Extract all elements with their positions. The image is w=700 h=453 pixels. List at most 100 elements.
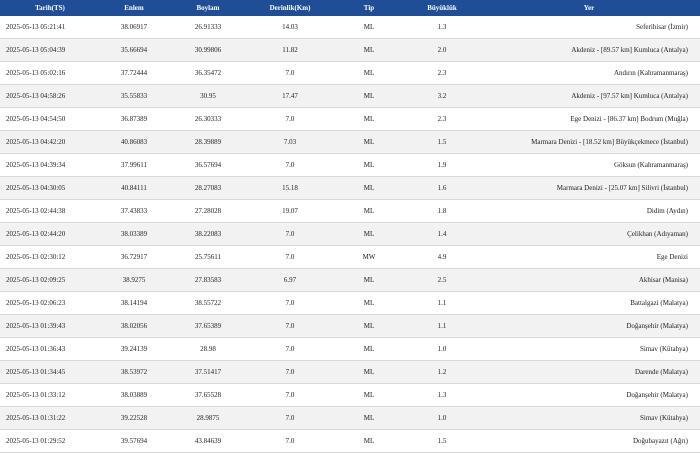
- cell-longitude: 28.98: [168, 337, 248, 361]
- cell-location: Ege Denizi - [86.37 km] Bodrum (Muğla): [478, 107, 700, 131]
- cell-location: Seferihisar (İzmir): [478, 16, 700, 39]
- cell-type: ML: [332, 84, 406, 108]
- cell-longitude: 27.83583: [168, 268, 248, 292]
- cell-depth: 7.0: [248, 360, 332, 384]
- header-location[interactable]: Yer: [478, 0, 700, 16]
- table-body: 2025-05-13 05:21:41 38.06917 26.91333 14.03…: [0, 16, 700, 453]
- table-row[interactable]: 2025-05-13 02:30:12 36.72917 25.75611 7.0 MW…: [0, 245, 700, 269]
- cell-longitude: 36.57694: [168, 153, 248, 177]
- cell-depth: 7.0: [248, 429, 332, 453]
- table-row[interactable]: 2025-05-13 01:33:12 38.03889 37.65528 7.0 ML…: [0, 383, 700, 407]
- cell-depth: 7.0: [248, 337, 332, 361]
- cell-magnitude: 1.0: [406, 337, 478, 361]
- cell-type: ML: [332, 429, 406, 453]
- header-magnitude[interactable]: Büyüklük: [406, 0, 478, 16]
- table-row[interactable]: 2025-05-13 01:39:43 38.02056 37.65389 7.0 ML…: [0, 314, 700, 338]
- cell-date: 2025-05-13 01:29:52: [0, 429, 100, 453]
- cell-magnitude: 1.2: [406, 360, 478, 384]
- cell-date: 2025-05-13 02:44:20: [0, 222, 100, 246]
- header-latitude[interactable]: Enlem: [100, 0, 168, 16]
- cell-longitude: 43.84639: [168, 429, 248, 453]
- table-row[interactable]: 2025-05-13 01:34:45 38.53972 37.51417 7.0 ML…: [0, 360, 700, 384]
- header-date[interactable]: Tarih(TS): [0, 0, 100, 16]
- cell-depth: 7.0: [248, 245, 332, 269]
- cell-type: ML: [332, 222, 406, 246]
- cell-latitude: 36.87389: [100, 107, 168, 131]
- cell-magnitude: 2.3: [406, 107, 478, 131]
- cell-latitude: 39.57694: [100, 429, 168, 453]
- cell-location: Marmara Denizi - [18.52 km] Büyükçekmece…: [478, 130, 700, 154]
- cell-magnitude: 4.9: [406, 245, 478, 269]
- cell-type: ML: [332, 383, 406, 407]
- cell-depth: 7.0: [248, 222, 332, 246]
- cell-date: 2025-05-13 04:42:20: [0, 130, 100, 154]
- cell-depth: 14.03: [248, 16, 332, 39]
- cell-date: 2025-05-13 02:06:23: [0, 291, 100, 315]
- cell-latitude: 35.55833: [100, 84, 168, 108]
- cell-latitude: 38.03889: [100, 383, 168, 407]
- table-row[interactable]: 2025-05-13 01:31:22 39.22528 28.9875 7.0 ML 1…: [0, 406, 700, 430]
- cell-magnitude: 1.9: [406, 153, 478, 177]
- cell-location: Simav (Kütahya): [478, 337, 700, 361]
- cell-location: Göksun (Kahramanmaraş): [478, 153, 700, 177]
- cell-type: ML: [332, 291, 406, 315]
- table-row[interactable]: 2025-05-13 04:58:26 35.55833 30.95 17.47 ML 3…: [0, 84, 700, 108]
- cell-type: ML: [332, 406, 406, 430]
- earthquake-table: Tarih(TS) Enlem Boylam Derinlik(Km) Tip …: [0, 0, 700, 453]
- cell-latitude: 37.99611: [100, 153, 168, 177]
- cell-latitude: 37.43833: [100, 199, 168, 223]
- table-row[interactable]: 2025-05-13 01:36:43 39.24139 28.98 7.0 ML 1.0…: [0, 337, 700, 361]
- header-longitude[interactable]: Boylam: [168, 0, 248, 16]
- cell-date: 2025-05-13 05:02:16: [0, 61, 100, 85]
- cell-longitude: 38.55722: [168, 291, 248, 315]
- cell-location: Didim (Aydın): [478, 199, 700, 223]
- cell-latitude: 40.84111: [100, 176, 168, 200]
- cell-location: Simav (Kütahya): [478, 406, 700, 430]
- cell-location: Ege Denizi: [478, 245, 700, 269]
- header-depth[interactable]: Derinlik(Km): [248, 0, 332, 16]
- cell-date: 2025-05-13 01:34:45: [0, 360, 100, 384]
- cell-location: Akdeniz - [89.57 km] Kumluca (Antalya): [478, 38, 700, 62]
- cell-location: Doğubayazıt (Ağrı): [478, 429, 700, 453]
- cell-magnitude: 2.3: [406, 61, 478, 85]
- cell-longitude: 36.35472: [168, 61, 248, 85]
- table-row[interactable]: 2025-05-13 05:04:39 35.66694 30.99806 11.82…: [0, 38, 700, 62]
- table-row[interactable]: 2025-05-13 04:30:05 40.84111 28.27083 15.18…: [0, 176, 700, 200]
- cell-latitude: 40.86083: [100, 130, 168, 154]
- cell-latitude: 35.66694: [100, 38, 168, 62]
- cell-magnitude: 1.3: [406, 383, 478, 407]
- cell-longitude: 26.91333: [168, 16, 248, 39]
- cell-date: 2025-05-13 02:30:12: [0, 245, 100, 269]
- table-row[interactable]: 2025-05-13 02:44:38 37.43833 27.28028 19.07…: [0, 199, 700, 223]
- cell-date: 2025-05-13 02:09:25: [0, 268, 100, 292]
- cell-latitude: 38.06917: [100, 16, 168, 39]
- cell-type: ML: [332, 61, 406, 85]
- cell-magnitude: 1.3: [406, 16, 478, 39]
- cell-latitude: 39.22528: [100, 406, 168, 430]
- table-row[interactable]: 2025-05-13 02:06:23 38.14194 38.55722 7.0 ML…: [0, 291, 700, 315]
- cell-type: ML: [332, 107, 406, 131]
- table-row[interactable]: 2025-05-13 02:44:20 38.03389 38.22083 7.0 ML…: [0, 222, 700, 246]
- cell-magnitude: 1.8: [406, 199, 478, 223]
- table-row[interactable]: 2025-05-13 04:54:50 36.87389 26.30333 7.0 ML…: [0, 107, 700, 131]
- cell-depth: 7.0: [248, 107, 332, 131]
- cell-depth: 17.47: [248, 84, 332, 108]
- cell-date: 2025-05-13 02:44:38: [0, 199, 100, 223]
- table-row[interactable]: 2025-05-13 05:21:41 38.06917 26.91333 14.03…: [0, 16, 700, 39]
- header-type[interactable]: Tip: [332, 0, 406, 16]
- table-row[interactable]: 2025-05-13 01:29:52 39.57694 43.84639 7.0 ML…: [0, 429, 700, 453]
- cell-depth: 15.18: [248, 176, 332, 200]
- table-row[interactable]: 2025-05-13 02:09:25 38.9275 27.83583 6.97 ML…: [0, 268, 700, 292]
- cell-date: 2025-05-13 01:39:43: [0, 314, 100, 338]
- cell-depth: 7.0: [248, 291, 332, 315]
- cell-longitude: 30.99806: [168, 38, 248, 62]
- cell-depth: 7.0: [248, 61, 332, 85]
- table-row[interactable]: 2025-05-13 04:39:34 37.99611 36.57694 7.0 ML…: [0, 153, 700, 177]
- cell-depth: 6.97: [248, 268, 332, 292]
- cell-magnitude: 1.0: [406, 406, 478, 430]
- cell-magnitude: 2.0: [406, 38, 478, 62]
- cell-depth: 7.0: [248, 406, 332, 430]
- table-row[interactable]: 2025-05-13 05:02:16 37.72444 36.35472 7.0 ML…: [0, 61, 700, 85]
- cell-latitude: 38.02056: [100, 314, 168, 338]
- table-row[interactable]: 2025-05-13 04:42:20 40.86083 28.39889 7.03 M…: [0, 130, 700, 154]
